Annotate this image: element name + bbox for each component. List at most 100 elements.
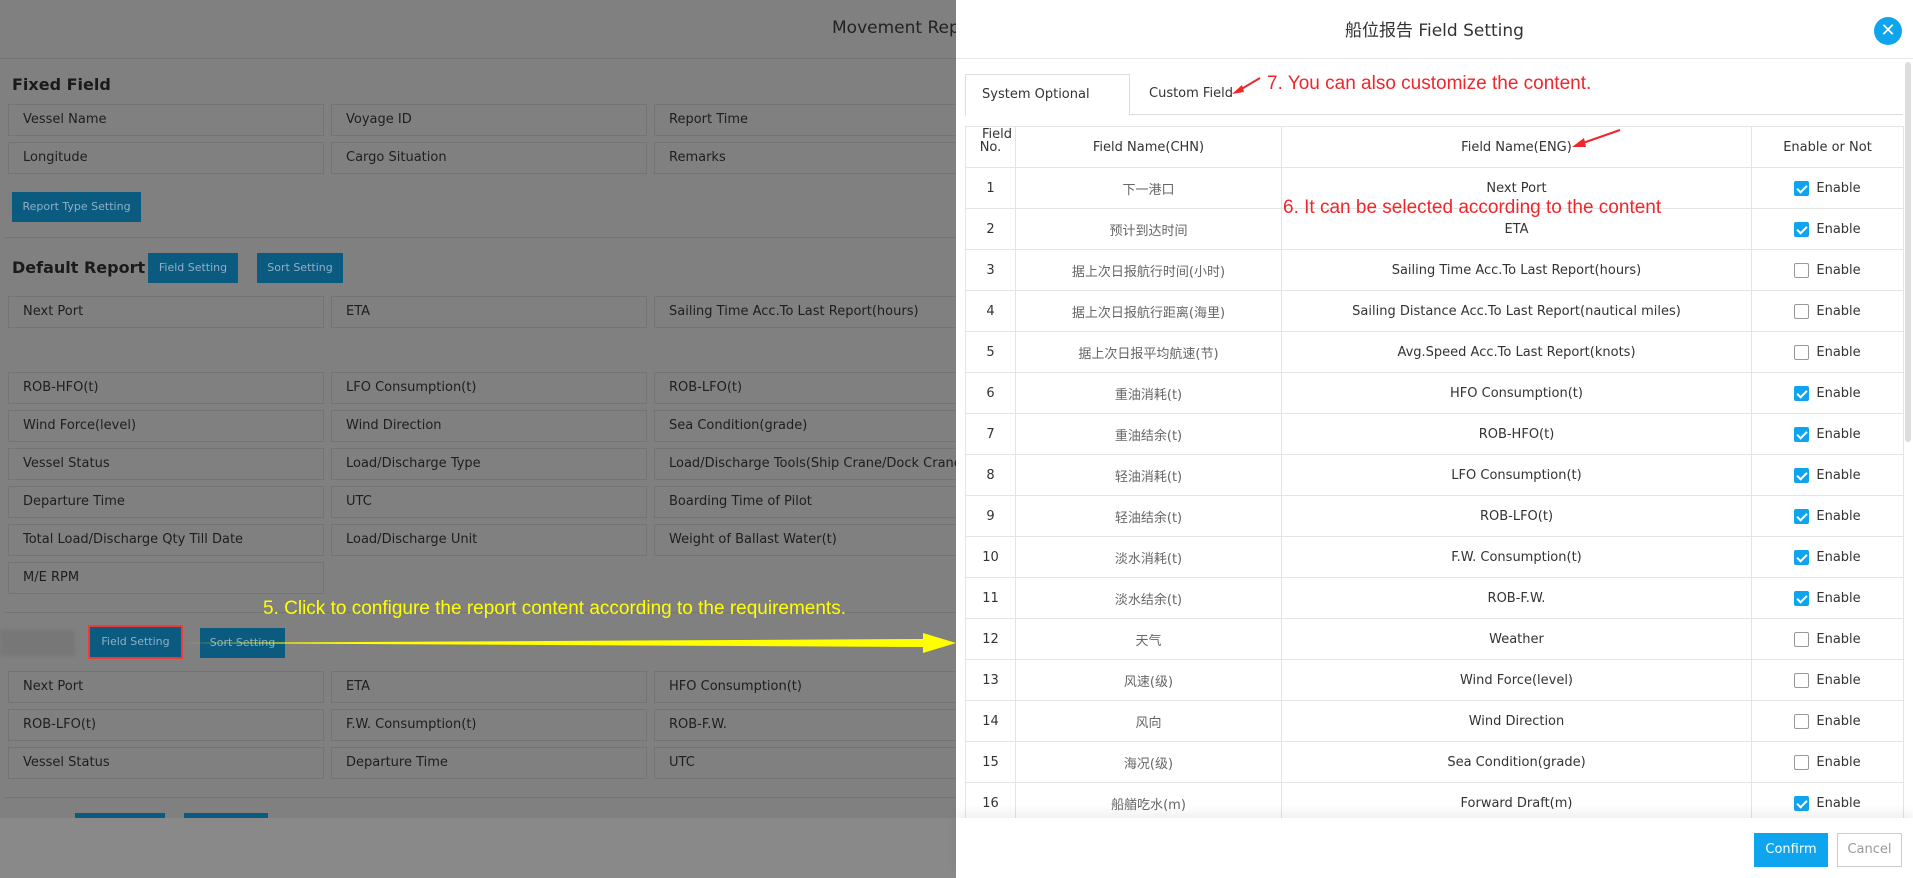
enable-checkbox[interactable] — [1794, 180, 1810, 196]
field-cell: ETA — [331, 296, 647, 328]
enable-label: Enable — [1816, 180, 1861, 196]
field-cell: Report Time — [654, 104, 956, 136]
field-name-chn: 轻油消耗(t) — [1015, 454, 1282, 496]
enable-checkbox[interactable] — [1794, 262, 1810, 278]
field-cell: UTC — [654, 747, 956, 779]
enable-checkbox[interactable] — [1794, 344, 1810, 360]
enable-toggle[interactable]: Enable — [1751, 536, 1904, 578]
field-name-eng: Wind Force(level) — [1281, 659, 1752, 701]
row-no: 12 — [965, 618, 1016, 660]
enable-checkbox[interactable] — [1794, 385, 1810, 401]
enable-checkbox[interactable] — [1794, 795, 1810, 811]
background-page: Movement Repo Fixed Field Vessel NameVoy… — [0, 0, 956, 878]
field-cell: Sailing Time Acc.To Last Report(hours) — [654, 296, 956, 328]
red-arrow-icon — [1232, 77, 1261, 94]
enable-toggle[interactable]: Enable — [1751, 700, 1904, 742]
row-no: 4 — [965, 290, 1016, 332]
column-header-no: No. — [965, 126, 1016, 168]
enable-toggle[interactable]: Enable — [1751, 331, 1904, 373]
enable-toggle[interactable]: Enable — [1751, 290, 1904, 332]
table-row: 11 淡水结余(t) ROB-F.W. Enable — [965, 577, 1904, 619]
enable-label: Enable — [1816, 713, 1861, 729]
field-name-eng: F.W. Consumption(t) — [1281, 536, 1752, 578]
enable-toggle[interactable]: Enable — [1751, 208, 1904, 250]
enable-toggle[interactable]: Enable — [1751, 618, 1904, 660]
enable-checkbox[interactable] — [1794, 303, 1810, 319]
field-name-eng: Weather — [1281, 618, 1752, 660]
enable-checkbox[interactable] — [1794, 426, 1810, 442]
field-cell: Boarding Time of Pilot — [654, 486, 956, 518]
field-name-eng: Sailing Distance Acc.To Last Report(naut… — [1281, 290, 1752, 332]
field-name-chn: 据上次日报航行距离(海里) — [1015, 290, 1282, 332]
enable-checkbox[interactable] — [1794, 754, 1810, 770]
page-title: Movement Repo — [832, 18, 956, 38]
column-header-enable: Enable or Not — [1751, 126, 1904, 168]
default-field-setting-button[interactable]: Field Setting — [148, 253, 238, 283]
confirm-button[interactable]: Confirm — [1754, 833, 1828, 867]
field-name-chn: 据上次日报平均航速(节) — [1015, 331, 1282, 373]
field-cell: Next Port — [8, 671, 324, 703]
row-no: 1 — [965, 167, 1016, 209]
enable-toggle[interactable]: Enable — [1751, 167, 1904, 209]
enable-toggle[interactable]: Enable — [1751, 577, 1904, 619]
table-row: 7 重油结余(t) ROB-HFO(t) Enable — [965, 413, 1904, 455]
enable-checkbox[interactable] — [1794, 713, 1810, 729]
enable-checkbox[interactable] — [1794, 549, 1810, 565]
field-cell: Load/Discharge Type — [331, 448, 647, 480]
field-cell: Next Port — [8, 296, 324, 328]
field-name-eng: LFO Consumption(t) — [1281, 454, 1752, 496]
enable-label: Enable — [1816, 795, 1861, 811]
enable-checkbox[interactable] — [1794, 672, 1810, 688]
field-cell: Wind Direction — [331, 410, 647, 442]
field-name-chn: 据上次日报航行时间(小时) — [1015, 249, 1282, 291]
enable-checkbox[interactable] — [1794, 221, 1810, 237]
field-cell: ROB-LFO(t) — [8, 709, 324, 741]
row-no: 7 — [965, 413, 1016, 455]
enable-toggle[interactable]: Enable — [1751, 249, 1904, 291]
row-no: 3 — [965, 249, 1016, 291]
enable-checkbox[interactable] — [1794, 631, 1810, 647]
field-name-eng: Avg.Speed Acc.To Last Report(knots) — [1281, 331, 1752, 373]
field-name-chn: 风向 — [1015, 700, 1282, 742]
field-name-eng: ROB-F.W. — [1281, 577, 1752, 619]
enable-checkbox[interactable] — [1794, 467, 1810, 483]
enable-toggle[interactable]: Enable — [1751, 454, 1904, 496]
second-field-setting-button[interactable]: Field Setting — [88, 625, 183, 659]
default-sort-setting-button[interactable]: Sort Setting — [257, 253, 343, 283]
field-name-chn: 下一港口 — [1015, 167, 1282, 209]
tab-system-optional-field[interactable]: System Optional Field — [965, 74, 1130, 142]
row-no: 6 — [965, 372, 1016, 414]
field-name-eng: Sea Condition(grade) — [1281, 741, 1752, 783]
field-cell: Load/Discharge Unit — [331, 524, 647, 556]
enable-toggle[interactable]: Enable — [1751, 495, 1904, 537]
annotation-step6: 6. It can be selected according to the c… — [1283, 197, 1662, 218]
enable-label: Enable — [1816, 303, 1861, 319]
enable-checkbox[interactable] — [1794, 508, 1810, 524]
enable-toggle[interactable]: Enable — [1751, 659, 1904, 701]
cancel-button[interactable]: Cancel — [1837, 833, 1902, 867]
enable-toggle[interactable]: Enable — [1751, 413, 1904, 455]
enable-toggle[interactable]: Enable — [1751, 741, 1904, 783]
field-name-eng: HFO Consumption(t) — [1281, 372, 1752, 414]
scrollbar[interactable] — [1905, 62, 1911, 442]
bottom-bar — [0, 818, 956, 878]
field-cell: Total Load/Discharge Qty Till Date — [8, 524, 324, 556]
table-row: 13 风速(级) Wind Force(level) Enable — [965, 659, 1904, 701]
annotation-step7: 7. You can also customize the content. — [1267, 73, 1592, 94]
field-cell: UTC — [331, 486, 647, 518]
field-cell: Voyage ID — [331, 104, 647, 136]
field-name-chn: 淡水消耗(t) — [1015, 536, 1282, 578]
field-cell: Vessel Name — [8, 104, 324, 136]
field-name-eng: Sailing Time Acc.To Last Report(hours) — [1281, 249, 1752, 291]
field-cell: Wind Force(level) — [8, 410, 324, 442]
enable-toggle[interactable]: Enable — [1751, 372, 1904, 414]
enable-checkbox[interactable] — [1794, 590, 1810, 606]
table-row: 12 天气 Weather Enable — [965, 618, 1904, 660]
field-name-chn: 天气 — [1015, 618, 1282, 660]
divider — [5, 797, 956, 798]
close-icon[interactable]: ✕ — [1874, 17, 1902, 45]
field-setting-dialog: 船位报告 Field Setting ✕ System Optional Fie… — [956, 0, 1913, 878]
report-type-setting-button[interactable]: Report Type Setting — [12, 192, 141, 222]
field-cell: ROB-LFO(t) — [654, 372, 956, 404]
divider — [5, 237, 956, 238]
